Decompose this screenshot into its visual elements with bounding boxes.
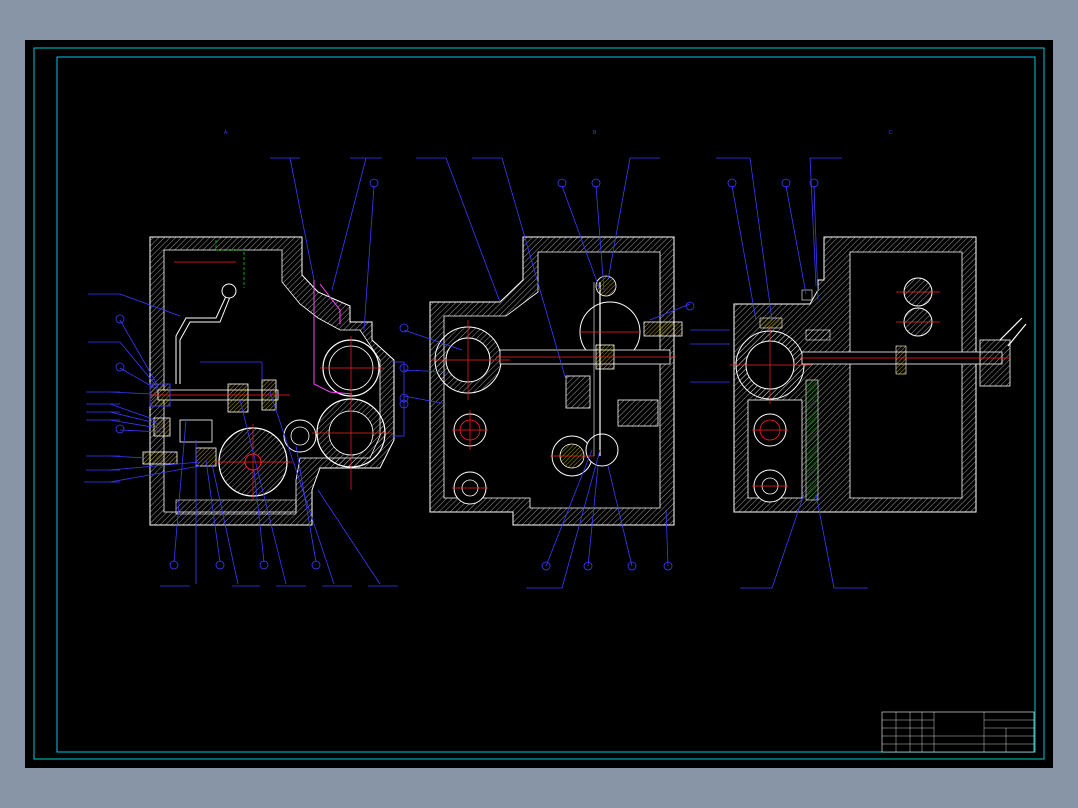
cad-viewport[interactable]: A B C (25, 40, 1053, 768)
view-label-c: C (889, 130, 893, 136)
assembly-drawing: A B C (33, 47, 1045, 760)
base-flange (175, 499, 297, 515)
view-label-b: B (593, 130, 597, 136)
view-c (716, 157, 1027, 589)
view-a (84, 157, 409, 587)
view-label-a: A (224, 130, 228, 136)
title-block (881, 711, 1035, 753)
view-b (399, 157, 730, 589)
